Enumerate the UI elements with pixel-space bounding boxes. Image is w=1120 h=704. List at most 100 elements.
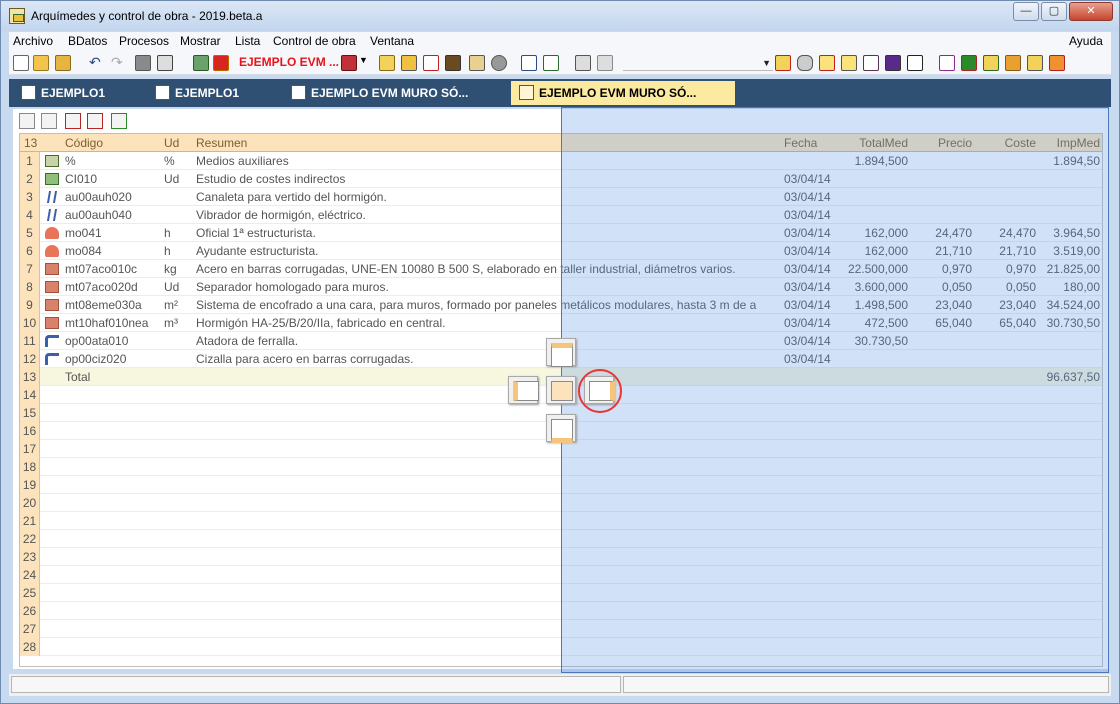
cell-ud[interactable]: m² [164, 298, 194, 312]
new-icon[interactable] [13, 55, 29, 71]
dock-bottom-button[interactable] [546, 414, 576, 443]
open-project-icon[interactable] [55, 55, 71, 71]
header-resumen[interactable]: Resumen [196, 136, 247, 150]
brick-icon [45, 281, 59, 293]
row-number: 2 [20, 170, 40, 188]
note-icon[interactable] [775, 55, 791, 71]
cell-ud[interactable]: Ud [164, 280, 194, 294]
window-title: Arquímedes y control de obra - 2019.beta… [31, 9, 263, 23]
delete-row-icon[interactable] [65, 113, 81, 129]
cell-ud[interactable]: h [164, 226, 194, 240]
brick-icon [45, 299, 59, 311]
bar-chart-icon[interactable] [885, 55, 901, 71]
print-icon[interactable] [157, 55, 173, 71]
tab-ejemplo1-b[interactable]: EJEMPLO1 [147, 81, 277, 105]
cell-codigo[interactable]: mt08eme030a [65, 298, 160, 312]
toolbar-project-title[interactable]: EJEMPLO EVM ... [239, 55, 339, 69]
menu-control-de-obra[interactable]: Control de obra [273, 34, 356, 48]
cell-codigo[interactable]: mt07aco010c [65, 262, 160, 276]
row-number: 4 [20, 206, 40, 224]
close-button[interactable]: ✕ [1069, 2, 1113, 21]
window-cascade-icon[interactable] [575, 55, 591, 71]
menu-procesos[interactable]: Procesos [119, 34, 169, 48]
chart-icon[interactable] [543, 55, 559, 71]
tree-icon[interactable] [521, 55, 537, 71]
menu-lista[interactable]: Lista [235, 34, 260, 48]
cell-codigo[interactable]: op00ata010 [65, 334, 160, 348]
add-row-icon[interactable] [41, 113, 57, 129]
app-icon [9, 8, 25, 24]
toolbar-combo[interactable]: ▼ [623, 55, 773, 71]
checklist-icon[interactable] [819, 55, 835, 71]
cell-codigo[interactable]: CI010 [65, 172, 160, 186]
dock-center-button[interactable] [546, 376, 576, 404]
cell-codigo[interactable]: mt07aco020d [65, 280, 160, 294]
undo-icon[interactable]: ↶ [89, 55, 105, 71]
cell-codigo[interactable]: mt10haf010nea [65, 316, 160, 330]
tab-ejemplo1-a[interactable]: EJEMPLO1 [13, 81, 143, 105]
export-icon[interactable] [983, 55, 999, 71]
chevron-down-icon[interactable]: ▼ [762, 58, 771, 68]
paperclip-icon[interactable] [797, 55, 813, 71]
open-folder-icon[interactable] [33, 55, 49, 71]
cell-codigo[interactable]: au00auh040 [65, 208, 160, 222]
row-number: 27 [20, 620, 40, 638]
cell-codigo[interactable]: au00auh020 [65, 190, 160, 204]
dock-top-button[interactable] [546, 338, 576, 367]
budget-icon[interactable] [193, 55, 209, 71]
header-ud[interactable]: Ud [164, 136, 179, 150]
cell-ud[interactable]: Ud [164, 172, 194, 186]
menu-ayuda[interactable]: Ayuda [1069, 34, 1103, 48]
cell-ud[interactable]: kg [164, 262, 194, 276]
chevron-down-icon[interactable]: ▼ [359, 55, 375, 71]
tab-ejemplo-evm-a[interactable]: EJEMPLO EVM MURO SÓ... [283, 81, 507, 105]
menu-ventana[interactable]: Ventana [370, 34, 414, 48]
minimize-button[interactable]: — [1013, 2, 1039, 21]
tab-label: EJEMPLO EVM MURO SÓ... [539, 86, 697, 100]
cell-codigo[interactable]: mo084 [65, 244, 160, 258]
brick-icon [45, 263, 59, 275]
row-number: 13 [20, 368, 40, 386]
save-icon[interactable] [135, 55, 151, 71]
dock-left-button[interactable] [508, 376, 539, 404]
cell-codigo[interactable]: op00ciz020 [65, 352, 160, 366]
insert-icon[interactable] [379, 55, 395, 71]
menu-bdatos[interactable]: BDatos [68, 34, 107, 48]
book-icon[interactable] [907, 55, 923, 71]
teapot-icon[interactable] [491, 55, 507, 71]
cell-codigo[interactable]: Total [65, 370, 160, 384]
compass-icon [46, 191, 58, 203]
tools-icon[interactable] [469, 55, 485, 71]
cell-codigo[interactable]: mo041 [65, 226, 160, 240]
certificate-icon[interactable] [841, 55, 857, 71]
concept-icon[interactable] [401, 55, 417, 71]
cell-ud[interactable]: h [164, 244, 194, 258]
redo-icon[interactable]: ↷ [111, 55, 127, 71]
cell-ud[interactable]: m³ [164, 316, 194, 330]
duplicate-icon[interactable] [87, 113, 103, 129]
calendar-icon[interactable] [1005, 55, 1021, 71]
edit-icon[interactable] [19, 113, 35, 129]
document-icon[interactable] [423, 55, 439, 71]
cell-ud[interactable]: % [164, 154, 194, 168]
percent-icon [45, 155, 59, 167]
menu-archivo[interactable]: Archivo [13, 34, 53, 48]
menu-mostrar[interactable]: Mostrar [180, 34, 221, 48]
move-icon[interactable] [111, 113, 127, 129]
settings-icon[interactable] [1027, 55, 1043, 71]
dock-preview-overlay [561, 107, 1109, 673]
comment-icon[interactable] [1049, 55, 1065, 71]
status-panel-secondary [623, 676, 1109, 693]
window-tile-icon[interactable] [597, 55, 613, 71]
gantt-icon[interactable] [961, 55, 977, 71]
cell-codigo[interactable]: % [65, 154, 160, 168]
report-icon[interactable] [863, 55, 879, 71]
machinery-icon[interactable] [445, 55, 461, 71]
row-number: 23 [20, 548, 40, 566]
menu-bar: Archivo BDatos Procesos Mostrar Lista Co… [9, 32, 1111, 51]
tab-ejemplo-evm-active[interactable]: EJEMPLO EVM MURO SÓ... [511, 81, 735, 105]
maximize-button[interactable]: ▢ [1041, 2, 1067, 21]
language-icon[interactable] [341, 55, 357, 71]
header-codigo[interactable]: Código [65, 136, 103, 150]
formula-icon[interactable] [939, 55, 955, 71]
